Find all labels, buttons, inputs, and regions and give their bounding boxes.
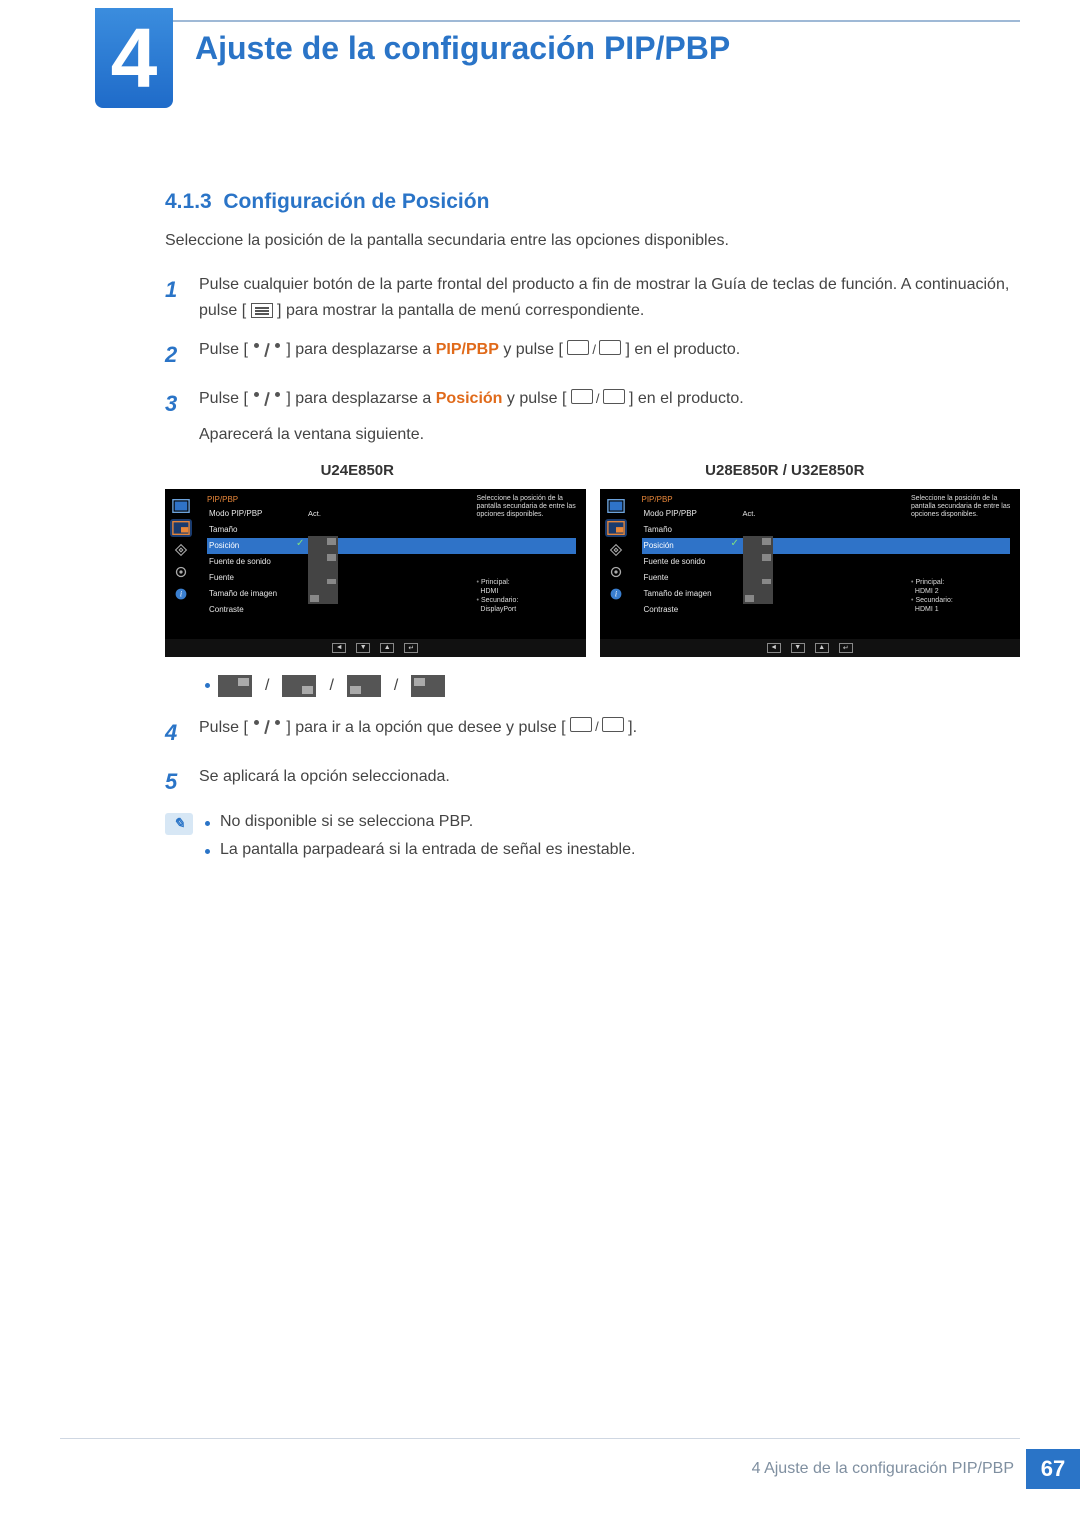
step-text: Pulse [ <box>199 390 248 407</box>
section-heading: 4.1.3 Configuración de Posición <box>165 190 1020 214</box>
step-text: ] en el producto. <box>629 390 744 407</box>
svg-text:i: i <box>614 589 616 598</box>
menu-icon <box>251 303 273 318</box>
osd-item-sound: Fuente de sonido <box>207 554 576 570</box>
section-title: Configuración de Posición <box>223 190 489 213</box>
osd-item-size: Tamaño <box>642 522 1011 538</box>
step-text: ] para mostrar la pantalla de menú corre… <box>277 302 644 319</box>
osd-item-size: Tamaño <box>207 522 576 538</box>
chapter-title: Ajuste de la configuración PIP/PBP <box>195 30 730 67</box>
settings-icon <box>605 563 627 581</box>
page-number: 67 <box>1026 1449 1080 1489</box>
keyword-pippbp: PIP/PBP <box>436 341 499 358</box>
enter-source-icon: / <box>567 340 621 361</box>
nav-enter-icon: ↵ <box>404 643 418 653</box>
nav-up-icon: ▲ <box>815 643 829 653</box>
top-rule <box>95 20 1020 22</box>
step-text: ] para desplazarse a <box>286 341 435 358</box>
osd-sidebar: i <box>165 489 197 657</box>
step-text: Pulse [ <box>199 341 248 358</box>
osd-screenshot-u28-u32: i PIP/PBP Modo PIP/PBPAct. Tamaño Posici… <box>600 489 1021 657</box>
note-icon: ✎ <box>165 813 193 835</box>
step-text: y pulse [ <box>499 341 563 358</box>
step-3: 3 Pulse [ ] para desplazarse a Posición … <box>165 386 1020 447</box>
pip-thumb-icon <box>743 584 773 604</box>
osd-description: Seleccione la posición de la pantalla se… <box>911 495 1016 520</box>
footer-rule <box>60 1438 1020 1439</box>
step-number: 5 <box>165 764 185 799</box>
pip-icon <box>605 519 627 537</box>
osd-item-position-selected: Posición <box>207 538 576 554</box>
info-icon: i <box>170 585 192 603</box>
step-text: y pulse [ <box>502 390 566 407</box>
position-option-row: / / / <box>205 675 1020 697</box>
bullet-icon <box>205 683 210 688</box>
note-block: ✎ No disponible si se selecciona PBP. La… <box>165 813 1020 869</box>
osd-description: Seleccione la posición de la pantalla se… <box>477 495 582 520</box>
osd-screenshot-u24: i PIP/PBP Modo PIP/PBPAct. Tamaño Posici… <box>165 489 586 657</box>
up-down-dots-icon <box>252 343 282 357</box>
pip-pos-option-bl-icon <box>347 675 381 697</box>
osd-nav: ◄ ▼ ▲ ↵ <box>165 639 586 657</box>
picture-icon <box>170 497 192 515</box>
step-text: ]. <box>628 719 637 736</box>
onscreen-display-icon <box>170 541 192 559</box>
section-intro: Seleccione la posición de la pantalla se… <box>165 232 1020 250</box>
settings-icon <box>170 563 192 581</box>
picture-icon <box>605 497 627 515</box>
pip-pos-option-tr-icon <box>218 675 252 697</box>
section-number: 4.1.3 <box>165 190 212 213</box>
pip-pos-option-br-icon <box>282 675 316 697</box>
step-tail: Aparecerá la ventana siguiente. <box>199 422 1020 448</box>
pip-pos-option-tl-icon <box>411 675 445 697</box>
keyword-posicion: Posición <box>436 390 503 407</box>
osd-nav: ◄ ▼ ▲ ↵ <box>600 639 1021 657</box>
osd-sources: •Principal: HDMI 2 •Secundario: HDMI 1 <box>911 578 1016 614</box>
onscreen-display-icon <box>605 541 627 559</box>
step-text: Pulse [ <box>199 719 248 736</box>
step-1: 1 Pulse cualquier botón de la parte fron… <box>165 272 1020 323</box>
step-2: 2 Pulse [ ] para desplazarse a PIP/PBP y… <box>165 337 1020 372</box>
osd-sidebar: i <box>600 489 632 657</box>
footer: 4 Ajuste de la configuración PIP/PBP 67 <box>752 1449 1080 1489</box>
chapter-number-badge: 4 <box>95 8 173 108</box>
footer-text: 4 Ajuste de la configuración PIP/PBP <box>752 1460 1014 1478</box>
nav-enter-icon: ↵ <box>839 643 853 653</box>
step-5: 5 Se aplicará la opción seleccionada. <box>165 764 1020 799</box>
note-item: No disponible si se selecciona PBP. <box>205 813 1020 831</box>
step-number: 4 <box>165 715 185 750</box>
step-text: Se aplicará la opción seleccionada. <box>199 764 1020 799</box>
model-right: U28E850R / U32E850R <box>705 462 864 479</box>
model-left: U24E850R <box>321 462 394 479</box>
step-4: 4 Pulse [ ] para ir a la opción que dese… <box>165 715 1020 750</box>
step-number: 2 <box>165 337 185 372</box>
step-number: 1 <box>165 272 185 323</box>
osd-item-sound: Fuente de sonido <box>642 554 1011 570</box>
step-number: 3 <box>165 386 185 447</box>
nav-down-icon: ▼ <box>356 643 370 653</box>
up-down-dots-icon <box>252 392 282 406</box>
osd-item-position-selected: Posición <box>642 538 1011 554</box>
pip-thumb-icon <box>308 584 338 604</box>
info-icon: i <box>605 585 627 603</box>
step-text: ] para desplazarse a <box>286 390 435 407</box>
pip-icon <box>170 519 192 537</box>
svg-text:i: i <box>180 589 182 598</box>
nav-left-icon: ◄ <box>767 643 781 653</box>
note-item: La pantalla parpadeará si la entrada de … <box>205 841 1020 859</box>
step-text: ] para ir a la opción que desee y pulse … <box>286 719 565 736</box>
enter-source-icon: / <box>570 717 624 738</box>
step-text: ] en el producto. <box>625 341 740 358</box>
osd-sources: •Principal: HDMI •Secundario: DisplayPor… <box>477 578 582 614</box>
up-down-dots-icon <box>252 720 282 734</box>
nav-left-icon: ◄ <box>332 643 346 653</box>
nav-up-icon: ▲ <box>380 643 394 653</box>
nav-down-icon: ▼ <box>791 643 805 653</box>
enter-source-icon: / <box>571 389 625 410</box>
